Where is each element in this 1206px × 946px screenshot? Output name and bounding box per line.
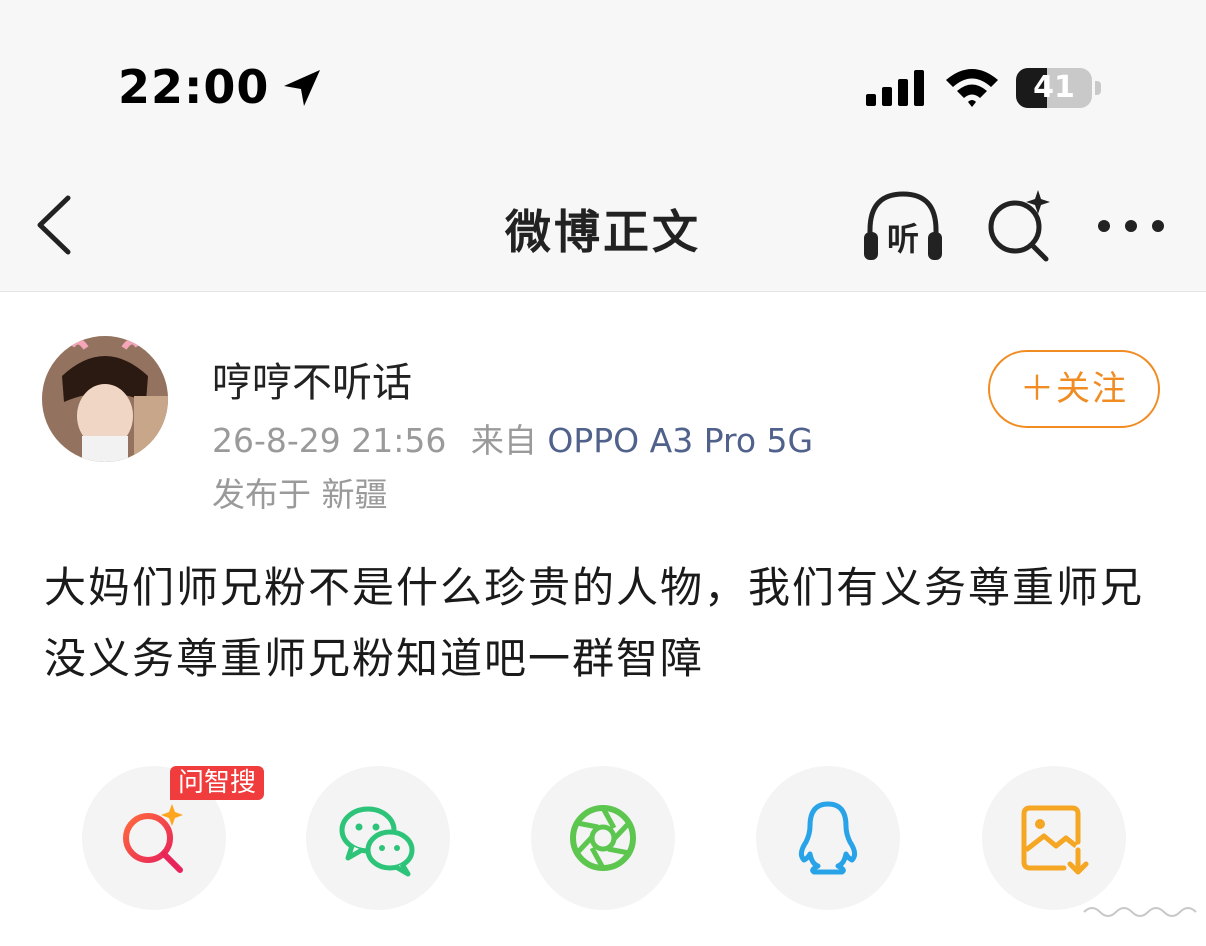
post-location: 发布于 新疆 [212,475,388,514]
listen-button[interactable]: 听 [860,188,946,266]
wechat-icon [339,806,415,877]
source-device-link[interactable]: OPPO A3 Pro 5G [547,421,813,460]
save-image-icon [1021,805,1089,875]
battery-cap [1095,81,1101,95]
ai-search-icon[interactable] [984,190,1054,262]
top-area: 22:00 41 微博正文 听 [0,0,1206,292]
nav-divider [0,291,1206,292]
more-options-icon[interactable] [1096,206,1166,246]
listen-label: 听 [886,220,919,258]
nav-bar: 微博正文 听 [0,170,1206,292]
share-wechat-button[interactable] [306,766,450,910]
cellular-signal-icon [866,70,924,106]
battery-level: 41 [1033,70,1075,105]
location-arrow-icon [284,70,320,106]
status-time: 22:00 [118,60,270,114]
wifi-icon [946,69,998,107]
watermark-scribble [1083,907,1197,917]
share-moments-button[interactable] [531,766,675,910]
post-meta: 26-8-29 21:56 来自 OPPO A3 Pro 5G [212,414,813,462]
battery-body: 41 [1016,68,1092,108]
avatar[interactable] [42,336,168,462]
post-timestamp: 26-8-29 21:56 [212,421,447,460]
battery-indicator: 41 [1016,68,1102,108]
avatar-photo [42,336,168,462]
share-save-image-button[interactable] [982,766,1126,910]
source-prefix: 来自 [470,421,537,460]
status-bar: 22:00 41 [0,0,1206,170]
follow-button[interactable]: ＋关注 [988,350,1160,428]
ai-search-badge: 问智搜 [170,766,265,800]
post-content: 大妈们师兄粉不是什么珍贵的人物，我们有义务尊重师兄没义务尊重师兄粉知道吧一群智障 [44,563,1145,683]
author-name[interactable]: 哼哼不听话 [212,350,412,408]
share-qq-button[interactable] [756,766,900,910]
moments-aperture-icon [570,805,636,871]
ai-search-share-icon [123,804,183,873]
qq-penguin-icon [798,801,858,875]
